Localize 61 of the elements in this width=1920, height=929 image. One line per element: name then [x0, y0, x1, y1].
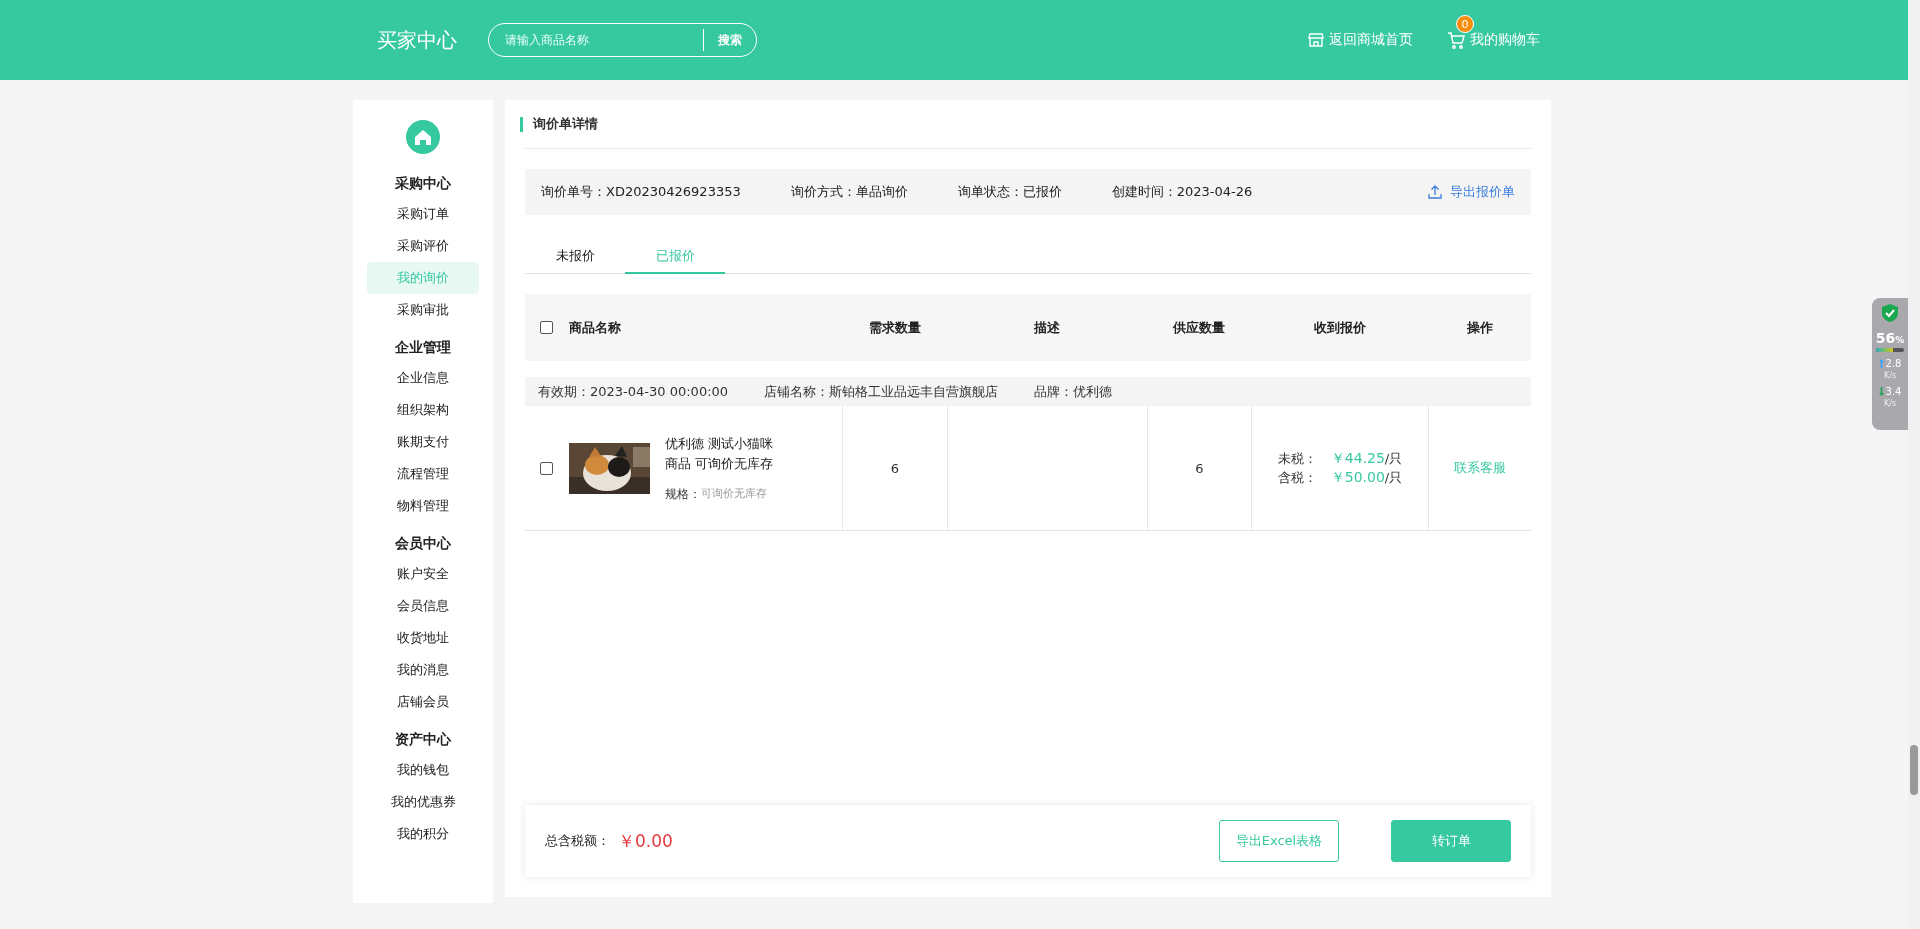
sidebar-heading: 资产中心	[395, 730, 451, 749]
shield-check-icon	[1882, 304, 1898, 322]
select-all-checkbox[interactable]	[540, 321, 553, 334]
sidebar-heading: 采购中心	[395, 174, 451, 193]
upload-arrow-icon	[1878, 359, 1884, 368]
sidebar-item[interactable]: 采购订单	[367, 198, 479, 230]
sidebar-item[interactable]: 我的优惠券	[367, 786, 479, 818]
speed-unit: K/s	[1883, 371, 1897, 380]
sidebar-heading: 会员中心	[395, 534, 451, 553]
column-header: 需求数量	[867, 318, 922, 337]
download-arrow-icon	[1878, 387, 1884, 396]
sidebar-item[interactable]: 物料管理	[367, 490, 479, 522]
shop-name-text: 店铺名称：斯铂格工业品远丰自营旗舰店	[764, 382, 999, 401]
score-text: 56%	[1875, 330, 1905, 346]
sidebar-item[interactable]: 我的钱包	[367, 754, 479, 786]
row-checkbox[interactable]	[540, 461, 553, 475]
info-text: 询单状态：已报价	[957, 183, 1062, 201]
sidebar-item[interactable]: 组织架构	[367, 394, 479, 426]
price-text: 含税： ￥50.00/只	[1277, 468, 1403, 487]
brand-text: 品牌：优利德	[1034, 382, 1113, 401]
column-header: 描述	[1033, 318, 1061, 337]
cart-icon	[1447, 31, 1465, 49]
upload-speed: 2.8	[1885, 358, 1902, 369]
info-text: 询价单号：XD20230426923353	[541, 183, 741, 201]
upload-icon	[1428, 185, 1442, 199]
total-amount: ￥0.00	[618, 829, 673, 853]
product-name: 优利德 测试小猫咪商品 可询价无库存	[665, 434, 775, 473]
sidebar-item[interactable]: 采购评价	[367, 230, 479, 262]
download-speed: 3.4	[1885, 386, 1902, 397]
spec-label: 规格：	[665, 485, 701, 503]
spec-value: 可询价无库存	[701, 485, 767, 502]
speed-unit: K/s	[1883, 399, 1897, 408]
sidebar-item[interactable]: 账户安全	[367, 558, 479, 590]
page-title: 询价单详情	[533, 115, 598, 133]
column-header: 收到报价	[1312, 318, 1367, 337]
sidebar-item[interactable]: 企业信息	[367, 362, 479, 394]
price-text: 未税： ￥44.25/只	[1277, 449, 1403, 468]
info-text: 创建时间：2023-04-26	[1111, 183, 1253, 201]
sidebar-item[interactable]: 我的积分	[367, 818, 479, 850]
sidebar-heading: 企业管理	[395, 338, 451, 357]
tab[interactable]: 未报价	[525, 241, 625, 274]
export-quote-link[interactable]: 导出报价单	[1428, 183, 1515, 201]
sidebar-item[interactable]: 会员信息	[367, 590, 479, 622]
logo-text: 买家中心	[377, 26, 458, 54]
shop-icon	[1308, 32, 1324, 48]
sidebar-item[interactable]: 我的消息	[367, 654, 479, 686]
cart-count-badge: 0	[1456, 15, 1474, 33]
total-label: 总含税额：	[545, 832, 610, 850]
validity-text: 有效期：2023-04-30 00:00:00	[538, 382, 729, 401]
info-text: 询价方式：单品询价	[790, 183, 908, 201]
table-cell: 6	[1147, 406, 1251, 530]
sidebar-item[interactable]: 账期支付	[367, 426, 479, 458]
sidebar-item[interactable]: 店铺会员	[367, 686, 479, 718]
column-header: 操作	[1465, 318, 1494, 337]
column-header: 商品名称	[569, 318, 621, 337]
table-cell: 6	[842, 406, 947, 530]
sidebar-item[interactable]: 收货地址	[367, 622, 479, 654]
column-header: 供应数量	[1171, 318, 1226, 337]
sidebar-item[interactable]: 采购审批	[367, 294, 479, 326]
sidebar-item[interactable]: 流程管理	[367, 458, 479, 490]
scrollbar-thumb[interactable]	[1910, 745, 1918, 795]
